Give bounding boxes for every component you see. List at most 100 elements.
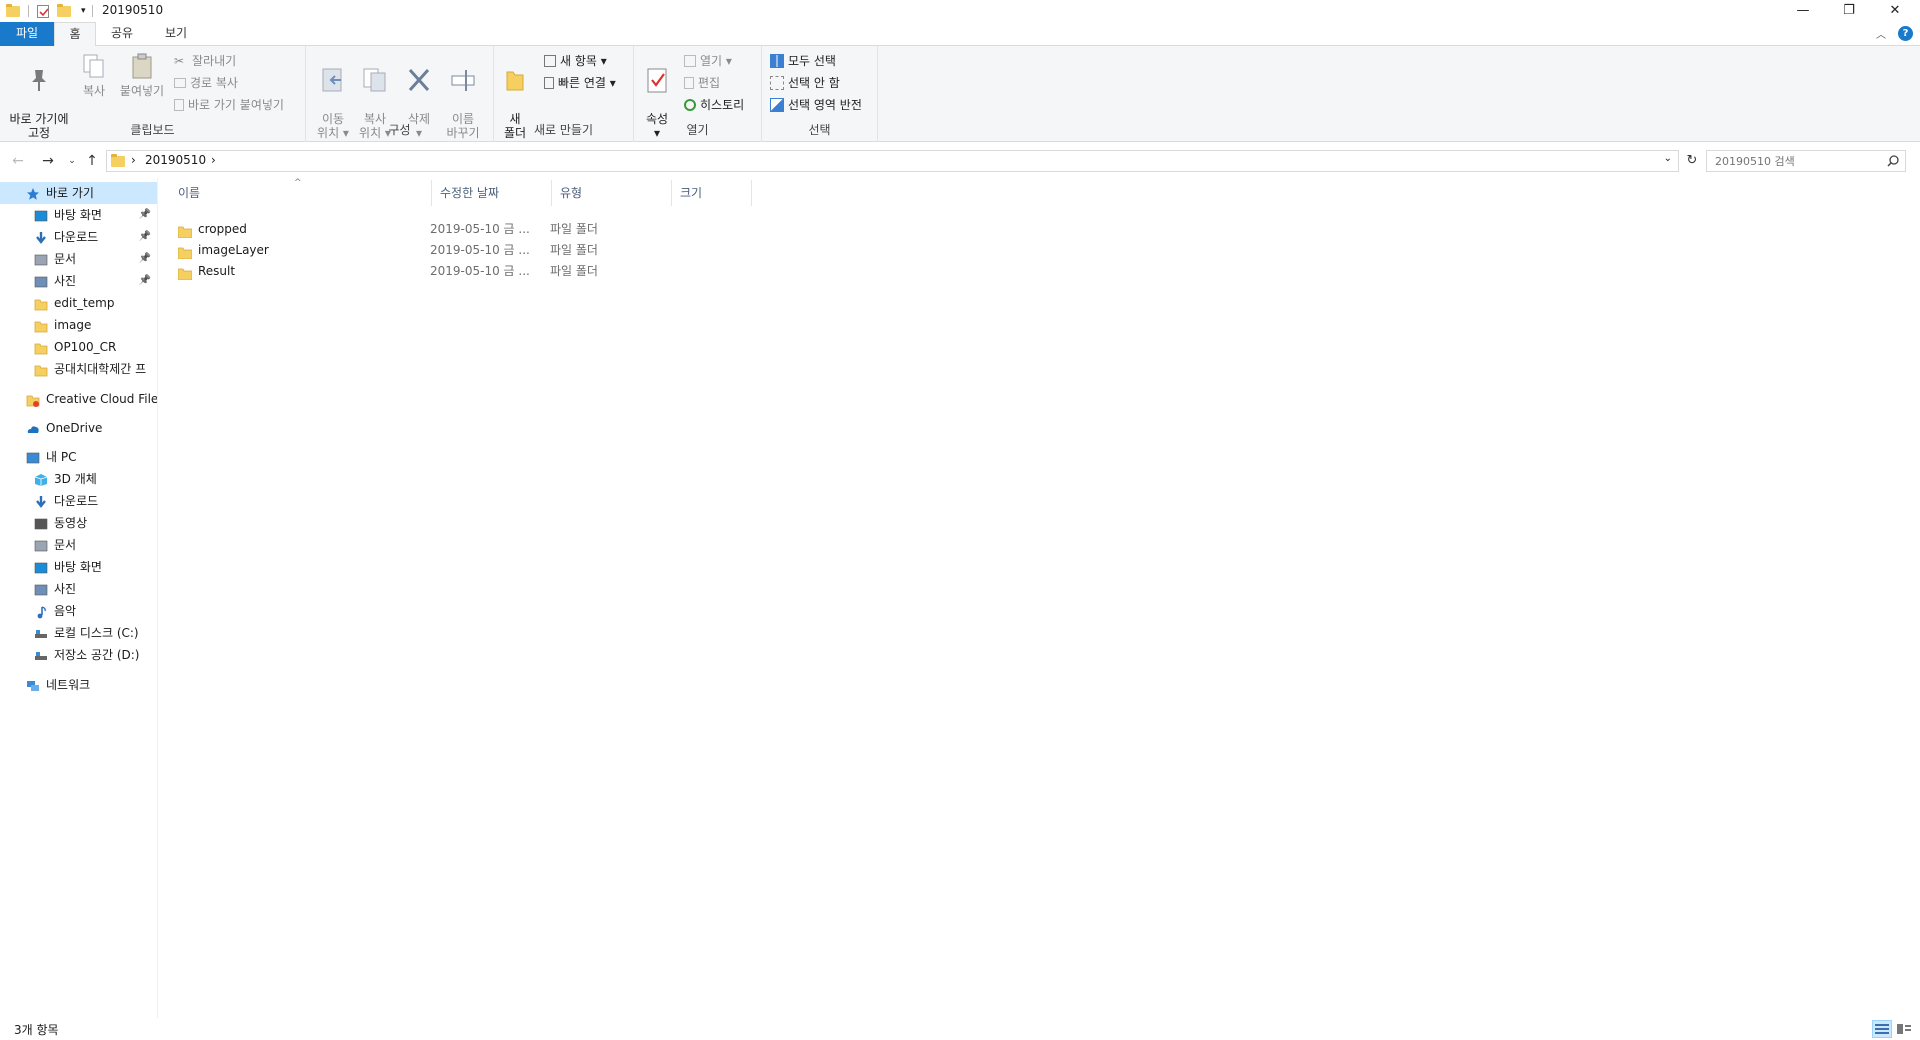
ribbon: 바로 가기에 고정 복사 붙여넣기 ✂ 잘라내기 경로 복사 바로 가기 붙여넣… xyxy=(0,46,1920,142)
folder-icon xyxy=(34,296,48,311)
close-button[interactable]: ✕ xyxy=(1872,0,1918,22)
star-icon xyxy=(26,186,40,200)
sidebar-item[interactable]: edit_temp xyxy=(0,292,157,314)
sidebar-item[interactable]: 사진 xyxy=(0,578,157,600)
video-icon xyxy=(34,516,48,530)
sidebar-item[interactable]: OneDrive xyxy=(0,417,157,439)
sidebar-item[interactable]: 문서 📌 xyxy=(0,248,157,270)
sidebar-item[interactable]: 3D 개체 xyxy=(0,468,157,490)
tab-file[interactable]: 파일 xyxy=(0,22,54,46)
paste-button[interactable]: 붙여넣기 xyxy=(116,52,168,98)
sidebar-item[interactable]: 문서 xyxy=(0,534,157,556)
file-row[interactable]: Result 2019-05-10 금 ... 파일 폴더 xyxy=(170,261,770,282)
copy-path-label: 경로 복사 xyxy=(190,76,238,90)
download-icon xyxy=(34,230,48,244)
breadcrumb-separator[interactable]: › xyxy=(131,153,136,167)
sidebar-item[interactable]: 네트워크 xyxy=(0,674,157,696)
new-item-button[interactable]: 새 항목 ▾ xyxy=(544,52,607,70)
sidebar-item-label: 다운로드 xyxy=(54,230,99,244)
pin-icon: 📌 xyxy=(138,275,151,286)
folder-icon xyxy=(34,340,48,355)
sidebar-item-label: 바탕 화면 xyxy=(54,560,102,574)
file-modified: 2019-05-10 금 ... xyxy=(430,264,530,278)
sidebar-item-label: 음악 xyxy=(54,604,77,618)
sidebar-item[interactable]: 바탕 화면 xyxy=(0,556,157,578)
file-modified: 2019-05-10 금 ... xyxy=(430,243,530,257)
refresh-button[interactable]: ↻ xyxy=(1682,151,1702,171)
large-icons-view-button[interactable] xyxy=(1894,1020,1914,1038)
history-button[interactable]: 히스토리 xyxy=(684,96,744,114)
restore-button[interactable]: ❐ xyxy=(1826,0,1872,22)
address-bar[interactable]: › 20190510 › ⌄ xyxy=(106,150,1679,172)
minimize-button[interactable]: — xyxy=(1780,0,1826,22)
properties-icon[interactable] xyxy=(37,4,49,18)
large-icons-view-icon xyxy=(1897,1024,1911,1034)
column-header-modified[interactable]: 수정한 날짜 xyxy=(432,180,552,206)
back-button[interactable]: ← xyxy=(8,151,28,171)
invert-selection-button[interactable]: 선택 영역 반전 xyxy=(770,96,862,114)
sidebar-item-label: 로컬 디스크 (C:) xyxy=(54,626,139,640)
breadcrumb-item[interactable]: 20190510 xyxy=(145,153,206,167)
sidebar-item[interactable]: 내 PC xyxy=(0,446,157,468)
rename-icon xyxy=(451,70,475,91)
sidebar-item[interactable]: 다운로드 📌 xyxy=(0,226,157,248)
new-group-label: 새로 만들기 xyxy=(533,123,593,137)
copy-path-button[interactable]: 경로 복사 xyxy=(174,74,238,92)
onedrive-icon xyxy=(26,421,40,435)
file-row[interactable]: cropped 2019-05-10 금 ... 파일 폴더 xyxy=(170,219,770,240)
edit-button[interactable]: 편집 xyxy=(684,74,720,92)
sidebar-item-label: 문서 xyxy=(54,252,77,266)
sidebar-item[interactable]: 저장소 공간 (D:) xyxy=(0,644,157,666)
file-row[interactable]: imageLayer 2019-05-10 금 ... 파일 폴더 xyxy=(170,240,770,261)
collapse-ribbon-icon[interactable]: ︿ xyxy=(1876,26,1886,41)
select-none-icon xyxy=(770,76,784,90)
details-view-button[interactable] xyxy=(1872,1020,1892,1038)
select-group-label: 선택 xyxy=(808,123,831,137)
sidebar-item-label: 동영상 xyxy=(54,516,88,530)
sidebar-item[interactable]: 다운로드 xyxy=(0,490,157,512)
select-all-button[interactable]: 모두 선택 xyxy=(770,52,836,70)
sidebar-item-label: image xyxy=(54,318,92,332)
forward-button[interactable]: → xyxy=(38,151,58,171)
sidebar-item[interactable]: 바로 가기 xyxy=(0,182,157,204)
tab-share[interactable]: 공유 xyxy=(102,22,142,46)
pin-icon: 📌 xyxy=(138,231,151,242)
copy-button[interactable]: 복사 xyxy=(76,52,112,98)
copy-label: 복사 xyxy=(82,84,106,98)
select-all-icon xyxy=(770,54,784,68)
sidebar-item[interactable]: 음악 xyxy=(0,600,157,622)
help-icon[interactable]: ? xyxy=(1898,26,1913,41)
sidebar-item[interactable]: 바탕 화면 📌 xyxy=(0,204,157,226)
open-button[interactable]: 열기 ▾ xyxy=(684,52,732,70)
search-input[interactable] xyxy=(1715,151,1885,171)
breadcrumb-separator[interactable]: › xyxy=(211,153,216,167)
sidebar-item-label: 다운로드 xyxy=(54,494,99,508)
new-folder-icon[interactable] xyxy=(57,3,71,17)
recent-locations-button[interactable]: ⌄ xyxy=(62,151,82,171)
sidebar-item[interactable]: 사진 📌 xyxy=(0,270,157,292)
tab-home[interactable]: 홈 xyxy=(54,22,96,47)
column-header-name[interactable]: 이름 xyxy=(170,180,432,206)
cut-button[interactable]: ✂ 잘라내기 xyxy=(174,52,236,70)
search-box[interactable] xyxy=(1706,150,1906,172)
folder-icon xyxy=(6,3,20,17)
up-button[interactable]: ↑ xyxy=(82,151,102,171)
paste-shortcut-button[interactable]: 바로 가기 붙여넣기 xyxy=(174,96,284,114)
sidebar-item[interactable]: image xyxy=(0,314,157,336)
address-dropdown-icon[interactable]: ⌄ xyxy=(1664,153,1672,164)
customize-toolbar-icon[interactable]: ▾ xyxy=(81,6,86,16)
sidebar-item[interactable]: OP100_CR xyxy=(0,336,157,358)
folder-icon xyxy=(34,362,48,377)
column-header-size[interactable]: 크기 xyxy=(672,180,752,206)
sidebar-item[interactable]: 로컬 디스크 (C:) xyxy=(0,622,157,644)
sidebar-item[interactable]: 동영상 xyxy=(0,512,157,534)
column-header-type[interactable]: 유형 xyxy=(552,180,672,206)
select-none-button[interactable]: 선택 안 함 xyxy=(770,74,840,92)
sidebar-item[interactable]: Creative Cloud Files xyxy=(0,388,157,410)
easy-access-button[interactable]: 빠른 연결 ▾ xyxy=(544,74,616,92)
tab-view[interactable]: 보기 xyxy=(156,22,196,46)
cube-icon xyxy=(34,472,48,486)
search-icon[interactable] xyxy=(1887,155,1899,167)
sidebar-item[interactable]: 공대치대학제간 프 xyxy=(0,358,157,380)
address-row: ← → ⌄ ↑ › 20190510 › ⌄ ↻ xyxy=(0,148,1920,174)
